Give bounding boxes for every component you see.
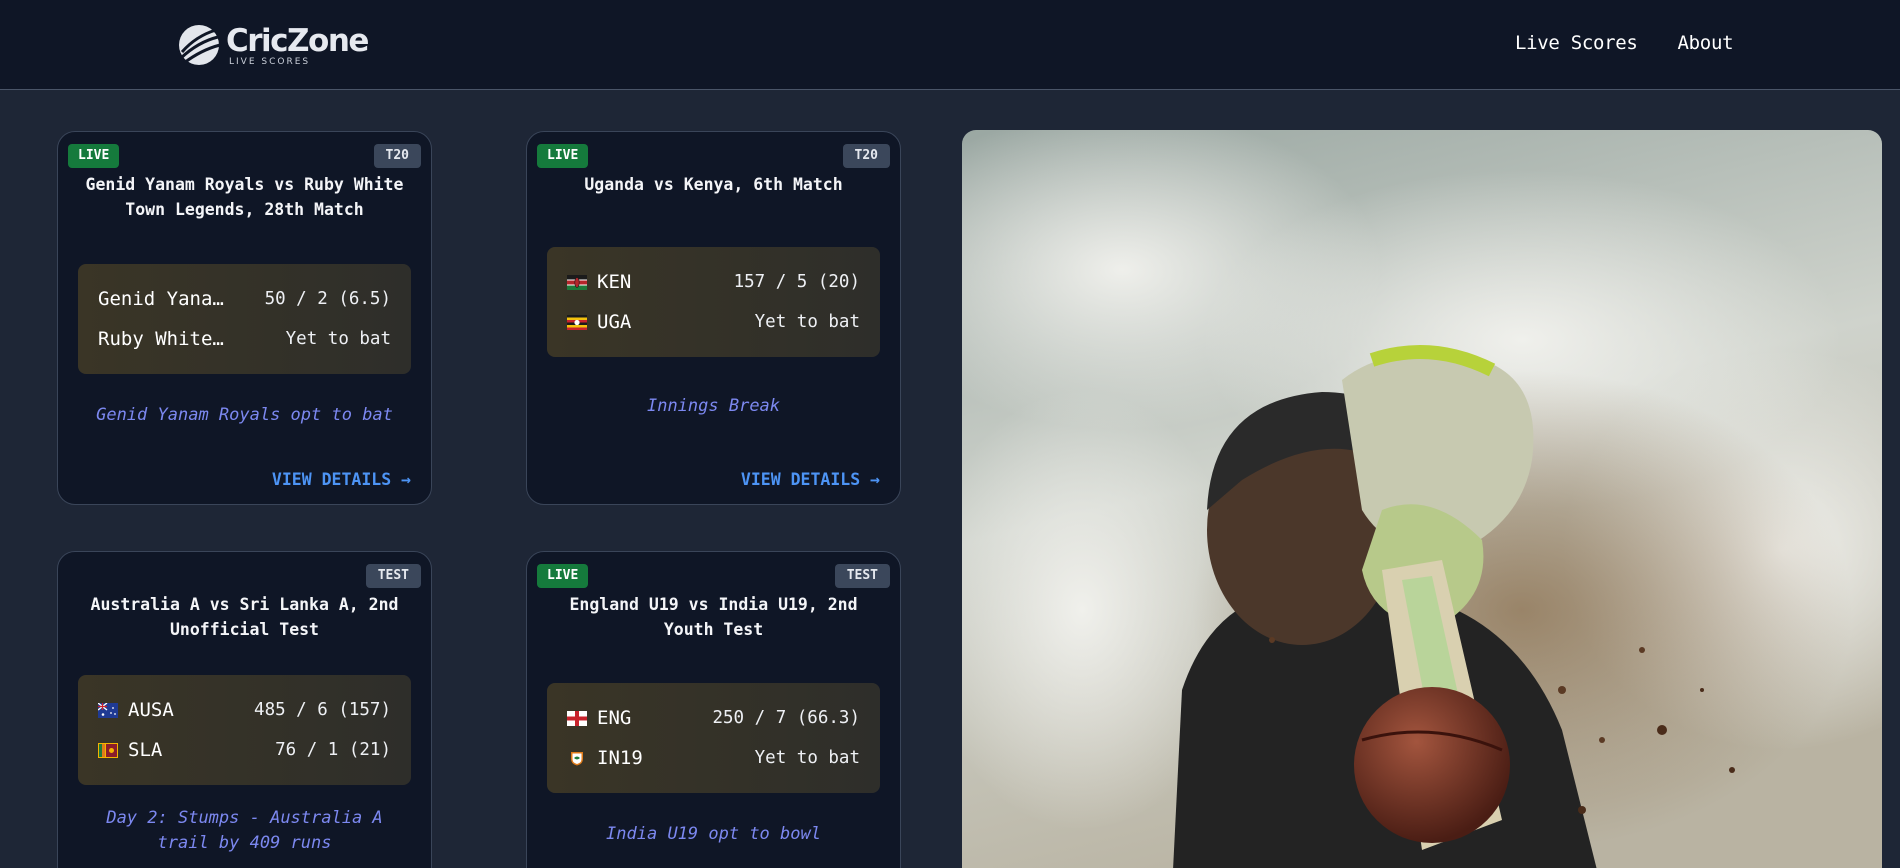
view-details-link[interactable]: VIEW DETAILS → <box>272 470 411 489</box>
match-status: India U19 opt to bowl <box>606 824 821 844</box>
team-row: UGA Yet to bat <box>567 307 860 337</box>
team-name: Genid Yana… <box>98 288 224 310</box>
live-badge: LIVE <box>537 564 589 588</box>
format-badge: TEST <box>834 564 890 588</box>
format-badge: T20 <box>373 144 421 168</box>
hero-cricket-image <box>962 130 1882 868</box>
team-row: KEN 157 / 5 (20) <box>567 267 860 297</box>
team-name: UGA <box>597 311 632 333</box>
kenya-flag-icon <box>567 274 587 290</box>
india-crest-icon <box>571 751 583 765</box>
match-card: LIVE T20 Genid Yanam Royals vs Ruby Whit… <box>57 131 432 505</box>
team-row: SLA 76 / 1 (21) <box>98 735 391 765</box>
live-badge: LIVE <box>537 144 589 168</box>
nav-live-scores[interactable]: Live Scores <box>1515 32 1638 54</box>
logo-title: CricZone <box>226 23 369 59</box>
match-card: TEST Australia A vs Sri Lanka A, 2nd Uno… <box>57 551 432 868</box>
scorebox: AUSA 485 / 6 (157) SLA 76 / 1 (21) <box>78 675 411 785</box>
match-card: LIVE TEST England U19 vs India U19, 2nd … <box>526 551 901 868</box>
team-score: 157 / 5 (20) <box>733 272 860 292</box>
match-card: LIVE T20 Uganda vs Kenya, 6th Match KEN … <box>526 131 901 505</box>
team-row: AUSA 485 / 6 (157) <box>98 695 391 725</box>
live-badge: LIVE <box>68 144 120 168</box>
scorebox: KEN 157 / 5 (20) UGA Yet to bat <box>547 247 880 357</box>
sri-lanka-flag-icon <box>98 742 118 758</box>
team-name: AUSA <box>128 699 174 721</box>
team-name: Ruby White… <box>98 328 224 350</box>
team-score: 50 / 2 (6.5) <box>264 289 391 309</box>
team-score: 250 / 7 (66.3) <box>712 708 860 728</box>
match-status: Innings Break <box>646 396 781 416</box>
format-badge: T20 <box>842 144 890 168</box>
view-details-link[interactable]: VIEW DETAILS → <box>741 470 880 489</box>
match-title: Australia A vs Sri Lanka A, 2nd Unoffici… <box>90 595 399 639</box>
logo-subtitle: LIVE SCORES <box>229 57 311 67</box>
scorebox: ENG 250 / 7 (66.3) IN19 Yet to bat <box>547 683 880 793</box>
cricket-batsman-photo <box>962 130 1882 868</box>
team-row: Genid Yana… 50 / 2 (6.5) <box>98 284 391 314</box>
team-score: Yet to bat <box>285 329 391 349</box>
format-badge: TEST <box>365 564 421 588</box>
team-score: Yet to bat <box>754 748 860 768</box>
team-row: IN19 Yet to bat <box>567 743 860 773</box>
team-row: Ruby White… Yet to bat <box>98 324 391 354</box>
england-flag-icon <box>567 710 587 726</box>
team-score: 485 / 6 (157) <box>254 700 391 720</box>
cricket-ball-logo-icon <box>179 25 221 65</box>
scorebox: Genid Yana… 50 / 2 (6.5) Ruby White… Yet… <box>78 264 411 374</box>
australia-flag-icon <box>98 702 118 718</box>
team-name: IN19 <box>597 747 643 769</box>
nav-about[interactable]: About <box>1678 32 1734 54</box>
team-score: Yet to bat <box>754 312 860 332</box>
top-header: CricZone LIVE SCORES Live Scores About <box>0 0 1900 90</box>
match-title: Uganda vs Kenya, 6th Match <box>584 175 843 194</box>
team-score: 76 / 1 (21) <box>275 740 391 760</box>
main-nav: Live Scores About <box>1515 32 1734 54</box>
match-status: Day 2: Stumps - Australia A trail by 409… <box>106 808 383 853</box>
match-status: Genid Yanam Royals opt to bat <box>96 405 393 425</box>
team-row: ENG 250 / 7 (66.3) <box>567 703 860 733</box>
team-name: SLA <box>128 739 163 761</box>
team-name: ENG <box>597 707 632 729</box>
criczone-logo[interactable]: CricZone LIVE SCORES <box>176 20 376 72</box>
uganda-flag-icon <box>567 314 587 330</box>
match-title: Genid Yanam Royals vs Ruby White Town Le… <box>85 175 404 219</box>
team-name: KEN <box>597 271 632 293</box>
match-title: England U19 vs India U19, 2nd Youth Test <box>569 595 858 639</box>
